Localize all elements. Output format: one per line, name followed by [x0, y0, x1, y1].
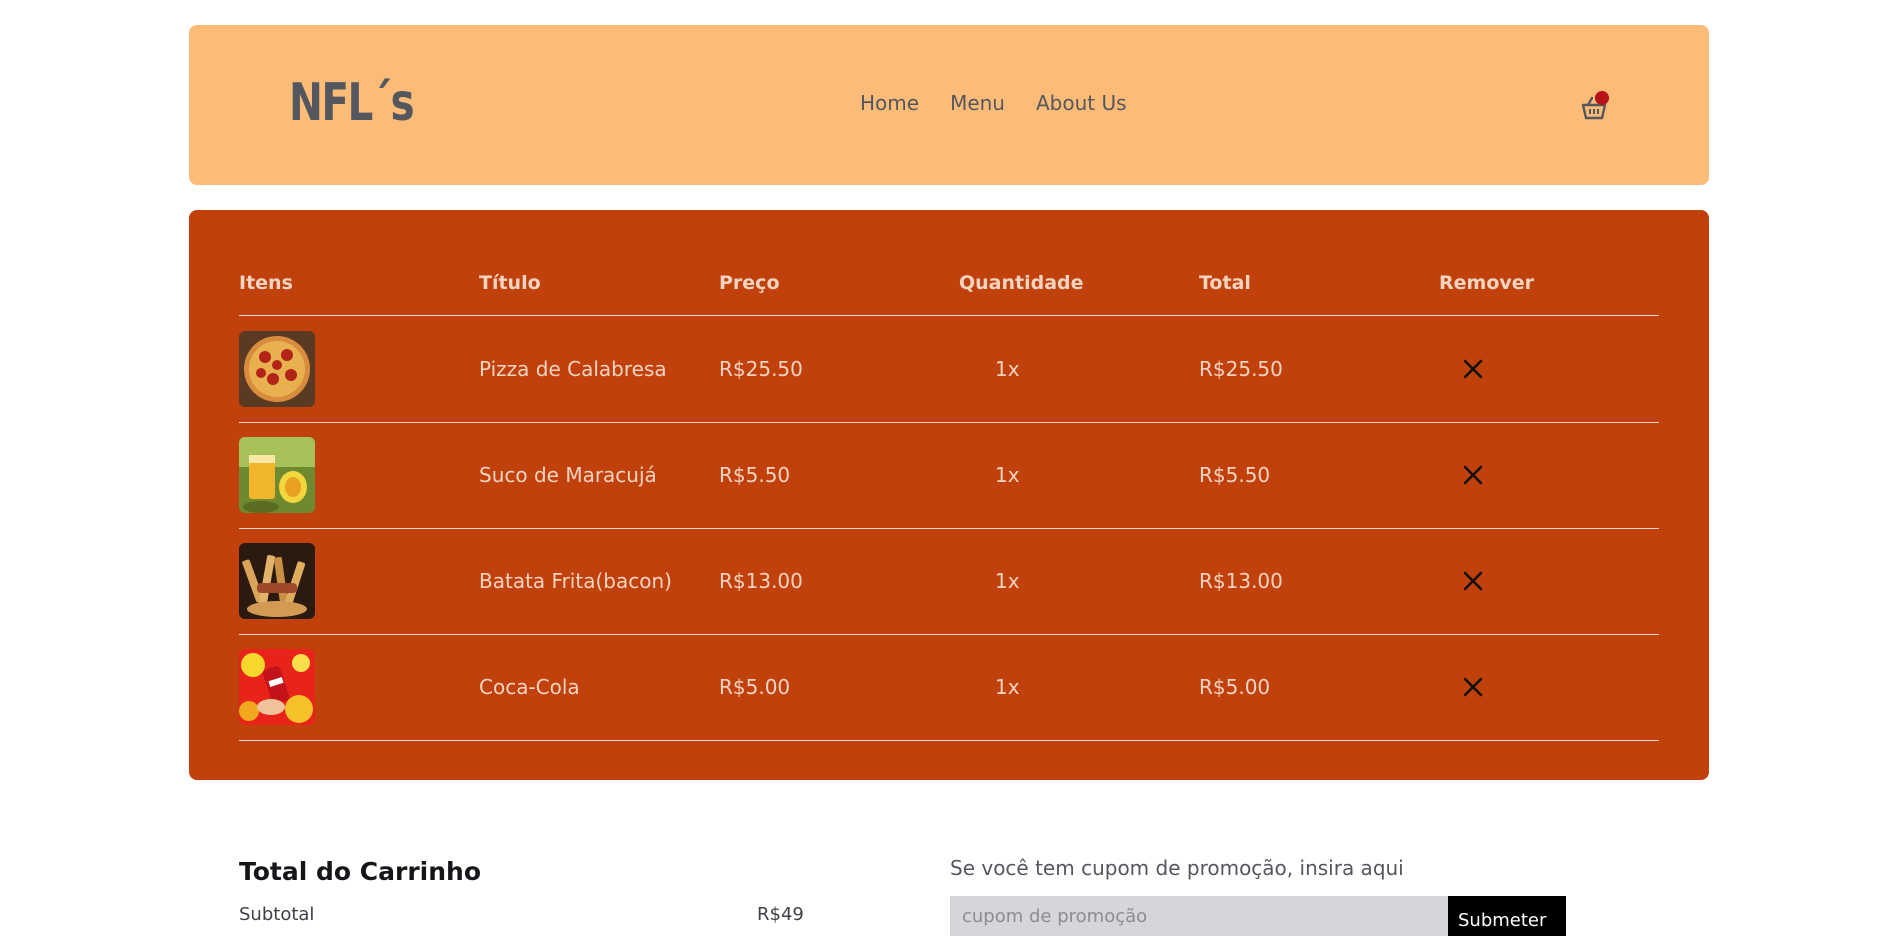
pizza-image	[239, 331, 315, 407]
item-total: R$5.00	[1199, 675, 1271, 699]
item-price: R$5.00	[719, 675, 791, 699]
item-price: R$25.50	[719, 357, 803, 381]
cart-panel: Itens Título Preço Quantidade Total Remo…	[189, 210, 1709, 780]
item-title: Suco de Maracujá	[479, 463, 657, 487]
item-quantity: 1x	[995, 357, 1020, 381]
passion-fruit-juice-image	[239, 437, 315, 513]
site-logo[interactable]: NFL´s	[289, 77, 415, 129]
close-icon[interactable]	[1462, 464, 1484, 486]
column-header-items: Itens	[239, 272, 293, 294]
column-header-total: Total	[1199, 272, 1251, 294]
subtotal-value: R$49	[757, 904, 804, 925]
column-header-price: Preço	[719, 272, 780, 294]
item-title: Pizza de Calabresa	[479, 357, 667, 381]
item-quantity: 1x	[995, 675, 1020, 699]
cart-badge	[1595, 91, 1609, 105]
item-price: R$5.50	[719, 463, 791, 487]
cart-row: Pizza de Calabresa R$25.50 1x R$25.50	[239, 317, 1659, 423]
item-quantity: 1x	[995, 463, 1020, 487]
nav-about-link[interactable]: About Us	[1036, 91, 1127, 115]
item-total: R$5.50	[1199, 463, 1271, 487]
coupon-submit-button[interactable]: Submeter	[1448, 896, 1566, 936]
item-total: R$13.00	[1199, 569, 1283, 593]
cart-table-header: Itens Título Preço Quantidade Total Remo…	[239, 264, 1659, 316]
coupon-label: Se você tem cupom de promoção, insira aq…	[950, 856, 1404, 880]
coupon-input[interactable]	[950, 896, 1448, 936]
cart-row: Coca-Cola R$5.00 1x R$5.00	[239, 635, 1659, 741]
cart-row: Batata Frita(bacon) R$13.00 1x R$13.00	[239, 529, 1659, 635]
close-icon[interactable]	[1462, 570, 1484, 592]
cart-total-title: Total do Carrinho	[239, 857, 481, 886]
close-icon[interactable]	[1462, 676, 1484, 698]
column-header-quantity: Quantidade	[959, 272, 1084, 294]
column-header-remove: Remover	[1439, 272, 1535, 294]
item-quantity: 1x	[995, 569, 1020, 593]
item-total: R$25.50	[1199, 357, 1283, 381]
subtotal-label: Subtotal	[239, 904, 315, 925]
item-price: R$13.00	[719, 569, 803, 593]
column-header-title: Título	[479, 272, 541, 294]
site-header: NFL´s Home Menu About Us	[189, 25, 1709, 185]
main-nav: Home Menu About Us	[860, 91, 1127, 115]
bacon-fries-image	[239, 543, 315, 619]
nav-home-link[interactable]: Home	[860, 91, 919, 115]
cart-row: Suco de Maracujá R$5.50 1x R$5.50	[239, 423, 1659, 529]
item-title: Batata Frita(bacon)	[479, 569, 672, 593]
close-icon[interactable]	[1462, 358, 1484, 380]
cart-button[interactable]	[1579, 91, 1609, 123]
item-title: Coca-Cola	[479, 675, 580, 699]
coca-cola-image	[239, 649, 315, 725]
nav-menu-link[interactable]: Menu	[950, 91, 1005, 115]
